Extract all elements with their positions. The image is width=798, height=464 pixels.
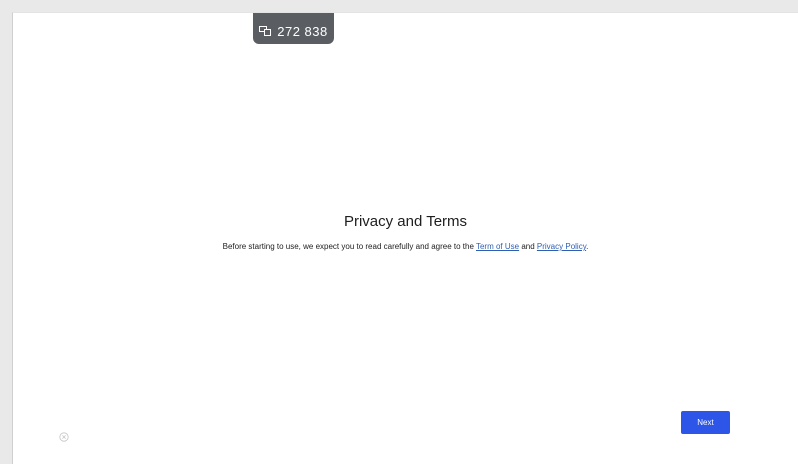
terms-description: Before starting to use, we expect you to…: [13, 242, 798, 251]
privacy-policy-link[interactable]: Privacy Policy: [537, 242, 586, 251]
privacy-terms-screen: 272 838 Privacy and Terms Before startin…: [12, 12, 798, 464]
device-id-badge: 272 838: [253, 13, 334, 44]
page-title: Privacy and Terms: [343, 213, 468, 230]
terms-of-use-link[interactable]: Term of Use: [476, 242, 519, 251]
device-icon: [259, 26, 272, 36]
description-text: Before starting to use, we expect you to…: [222, 242, 476, 251]
conjunction-text: and: [519, 242, 537, 251]
device-id-text: 272 838: [277, 24, 328, 39]
close-circle-icon[interactable]: [59, 429, 69, 442]
next-button[interactable]: Next: [681, 411, 730, 434]
suffix-text: .: [586, 242, 589, 251]
